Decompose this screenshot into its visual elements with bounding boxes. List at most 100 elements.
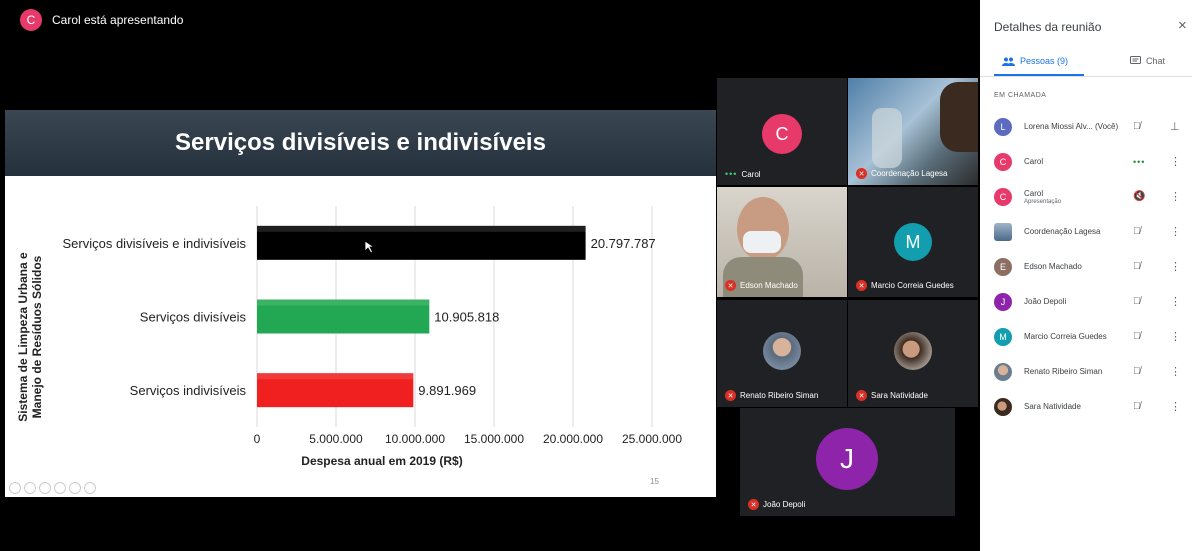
participant-list: L Lorena Miossi Alv... (Você) 🎙̸ ⊥ C Car… xyxy=(980,109,1192,424)
participant-row[interactable]: L Lorena Miossi Alv... (Você) 🎙̸ ⊥ xyxy=(980,109,1192,144)
participant-name: Marcio Correia Guedes xyxy=(1024,332,1107,341)
participant-row[interactable]: E Edson Machado 🎙̸ ⋮ xyxy=(980,249,1192,284)
slide-pen-icon[interactable] xyxy=(39,482,51,494)
mic-off-icon: ✕ xyxy=(725,280,736,291)
bar-chart: 0 5.000.000 10.000.000 15.000.000 20.000.000… xyxy=(16,206,682,468)
person-body xyxy=(723,257,803,297)
meeting-details-panel: Detalhes da reunião × Pessoas (9) Chat E… xyxy=(980,0,1192,551)
more-options-icon[interactable]: ⋮ xyxy=(1170,295,1181,308)
x-tick-label: 20.000.000 xyxy=(543,432,603,446)
participant-row[interactable]: Sara Natividade 🎙̸ ⋮ xyxy=(980,389,1192,424)
data-label: 9.891.969 xyxy=(418,383,476,398)
bar-highlight xyxy=(257,299,430,306)
more-options-icon[interactable]: ⋮ xyxy=(1170,260,1181,273)
presented-slide: Serviços divisíveis e indivisíveis 0 5.00… xyxy=(5,110,716,497)
mic-off-icon: ✕ xyxy=(856,390,867,401)
participant-row[interactable]: J João Depoli 🎙̸ ⋮ xyxy=(980,284,1192,319)
pin-icon[interactable]: ⊥ xyxy=(1170,120,1180,133)
x-tick-label: 25.000.000 xyxy=(622,432,682,446)
participant-name: Sara Natividade xyxy=(1024,402,1081,411)
tile-marcio-correia-guedes[interactable]: M ✕ Marcio Correia Guedes xyxy=(848,187,978,297)
avatar-photo xyxy=(994,397,1012,416)
slide-prev-icon[interactable] xyxy=(9,482,21,494)
more-options-icon[interactable]: ⋮ xyxy=(1170,400,1181,413)
tile-coordenacao-lagesa[interactable]: ✕ Coordenação Lagesa xyxy=(848,78,978,185)
tile-renato-ribeiro-siman[interactable]: ✕ Renato Ribeiro Siman xyxy=(717,300,847,407)
tab-divider xyxy=(980,76,1192,77)
avatar: M xyxy=(994,327,1012,346)
tile-name: ✕ Coordenação Lagesa xyxy=(856,168,948,179)
participant-row[interactable]: M Marcio Correia Guedes 🎙̸ ⋮ xyxy=(980,319,1192,354)
avatar: M xyxy=(894,223,932,261)
tab-people[interactable]: Pessoas (9) xyxy=(1002,56,1068,66)
participant-name: Edson Machado xyxy=(1024,262,1082,271)
mic-off-icon: 🎙̸ xyxy=(1133,261,1141,272)
slide-controls xyxy=(9,482,96,494)
speaking-dots-icon: ••• xyxy=(725,169,738,179)
meet-window: C Carol está apresentando Serviços divis… xyxy=(0,0,1192,551)
participant-row[interactable]: C Carol ••• ⋮ xyxy=(980,144,1192,179)
panel-title: Detalhes da reunião xyxy=(994,20,1102,34)
avatar-photo xyxy=(763,332,801,370)
face-mask xyxy=(743,231,781,253)
category-label: Serviços indivisíveis xyxy=(130,383,247,398)
avatar: C xyxy=(762,114,802,154)
close-icon[interactable]: × xyxy=(1178,17,1187,34)
tile-name: ✕ João Depoli xyxy=(748,499,805,510)
slide-next-icon[interactable] xyxy=(24,482,36,494)
speaking-dots-icon: ••• xyxy=(1133,156,1146,167)
x-tick-label: 10.000.000 xyxy=(385,432,445,446)
participant-row[interactable]: Renato Ribeiro Siman 🎙̸ ⋮ xyxy=(980,354,1192,389)
avatar: C xyxy=(994,187,1012,206)
presenting-banner: C Carol está apresentando xyxy=(20,9,183,31)
tab-chat[interactable]: Chat xyxy=(1130,56,1165,66)
avatar: L xyxy=(994,117,1012,136)
avatar: J xyxy=(994,292,1012,311)
x-tick-label: 0 xyxy=(254,432,261,446)
mural-figure xyxy=(872,108,902,168)
mic-off-icon: 🎙̸ xyxy=(1133,401,1141,412)
avatar-photo xyxy=(994,362,1012,381)
mic-off-icon: ✕ xyxy=(856,280,867,291)
participant-name: Lorena Miossi Alv... (Você) xyxy=(1024,122,1119,131)
slide-more-icon[interactable] xyxy=(84,482,96,494)
bar-highlight xyxy=(257,225,586,232)
participant-row[interactable]: Coordenação Lagesa 🎙̸ ⋮ xyxy=(980,214,1192,249)
mic-off-icon: ✕ xyxy=(856,168,867,179)
more-options-icon[interactable]: ⋮ xyxy=(1170,225,1181,238)
tile-sara-natividade[interactable]: ✕ Sara Natividade xyxy=(848,300,978,407)
tile-joao-depoli[interactable]: J ✕ João Depoli xyxy=(740,408,955,516)
more-options-icon[interactable]: ⋮ xyxy=(1170,190,1181,203)
avatar-photo xyxy=(994,222,1012,241)
bar-highlight xyxy=(257,373,414,380)
tile-edson-machado[interactable]: ✕ Edson Machado xyxy=(717,187,847,297)
tile-carol[interactable]: C ••• Carol xyxy=(717,78,847,185)
participant-name: Coordenação Lagesa xyxy=(1024,227,1101,236)
x-tick-label: 5.000.000 xyxy=(309,432,363,446)
tile-name: ✕ Renato Ribeiro Siman xyxy=(725,390,818,401)
participant-name: Carol xyxy=(1024,157,1044,166)
participant-row[interactable]: C Carol Apresentação 🔇 ⋮ xyxy=(980,179,1192,214)
avatar: E xyxy=(994,257,1012,276)
section-label: EM CHAMADA xyxy=(994,92,1047,99)
tile-name: ••• Carol xyxy=(725,169,761,179)
slide-page-number: 15 xyxy=(650,477,659,486)
data-label: 10.905.818 xyxy=(434,310,499,325)
more-options-icon[interactable]: ⋮ xyxy=(1170,365,1181,378)
x-tick-label: 15.000.000 xyxy=(464,432,524,446)
slide-zoom-icon[interactable] xyxy=(69,482,81,494)
avatar-photo xyxy=(894,332,932,370)
mic-off-icon: ✕ xyxy=(748,499,759,510)
mic-off-icon: 🎙̸ xyxy=(1133,331,1141,342)
people-icon xyxy=(1002,57,1015,66)
more-options-icon[interactable]: ⋮ xyxy=(1170,155,1181,168)
participant-name: Carol Apresentação xyxy=(1024,188,1062,205)
tile-name: ✕ Edson Machado xyxy=(725,280,798,291)
data-label: 20.797.787 xyxy=(591,236,656,251)
slide-pointer-icon[interactable] xyxy=(54,482,66,494)
tile-name: ✕ Marcio Correia Guedes xyxy=(856,280,954,291)
more-options-icon[interactable]: ⋮ xyxy=(1170,330,1181,343)
mic-off-icon: 🎙̸ xyxy=(1133,121,1141,132)
audio-muted-icon: 🔇 xyxy=(1133,191,1146,202)
participant-name: João Depoli xyxy=(1024,297,1067,306)
